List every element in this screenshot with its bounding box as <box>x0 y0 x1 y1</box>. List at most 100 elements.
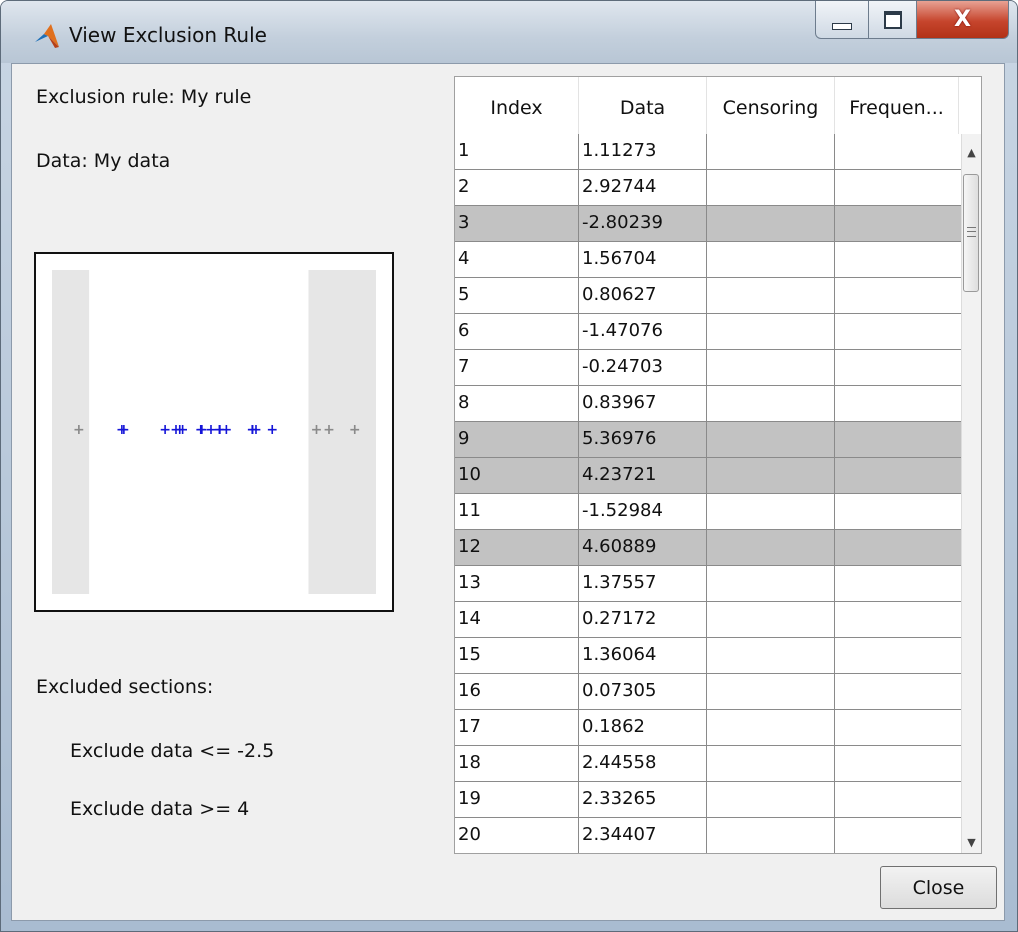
cell-frequency[interactable] <box>835 242 963 278</box>
cell-index[interactable]: 20 <box>455 818 579 853</box>
table-row[interactable]: 6 -1.47076 <box>455 314 963 350</box>
table-row[interactable]: 20 2.34407 <box>455 818 963 853</box>
cell-index[interactable]: 12 <box>455 530 579 566</box>
table-row[interactable]: 2 2.92744 <box>455 170 963 206</box>
cell-data[interactable]: 0.27172 <box>579 602 707 638</box>
cell-index[interactable]: 17 <box>455 710 579 746</box>
cell-data[interactable]: 1.11273 <box>579 134 707 170</box>
cell-censoring[interactable] <box>707 386 835 422</box>
cell-index[interactable]: 15 <box>455 638 579 674</box>
table-row[interactable]: 11 -1.52984 <box>455 494 963 530</box>
cell-frequency[interactable] <box>835 350 963 386</box>
cell-frequency[interactable] <box>835 314 963 350</box>
table-row[interactable]: 12 4.60889 <box>455 530 963 566</box>
cell-censoring[interactable] <box>707 458 835 494</box>
cell-frequency[interactable] <box>835 710 963 746</box>
cell-index[interactable]: 3 <box>455 206 579 242</box>
table-row[interactable]: 18 2.44558 <box>455 746 963 782</box>
cell-censoring[interactable] <box>707 674 835 710</box>
cell-censoring[interactable] <box>707 350 835 386</box>
cell-censoring[interactable] <box>707 602 835 638</box>
column-header-frequency[interactable]: Frequen... <box>835 77 959 134</box>
cell-index[interactable]: 5 <box>455 278 579 314</box>
cell-frequency[interactable] <box>835 494 963 530</box>
table-row[interactable]: 5 0.80627 <box>455 278 963 314</box>
cell-data[interactable]: -0.24703 <box>579 350 707 386</box>
table-row[interactable]: 17 0.1862 <box>455 710 963 746</box>
cell-frequency[interactable] <box>835 746 963 782</box>
table-row[interactable]: 7 -0.24703 <box>455 350 963 386</box>
cell-data[interactable]: 2.44558 <box>579 746 707 782</box>
cell-data[interactable]: 1.56704 <box>579 242 707 278</box>
cell-censoring[interactable] <box>707 638 835 674</box>
cell-frequency[interactable] <box>835 170 963 206</box>
cell-data[interactable]: 1.37557 <box>579 566 707 602</box>
table-row[interactable]: 1 1.11273 <box>455 134 963 170</box>
cell-index[interactable]: 10 <box>455 458 579 494</box>
table-row[interactable]: 14 0.27172 <box>455 602 963 638</box>
cell-index[interactable]: 11 <box>455 494 579 530</box>
cell-index[interactable]: 1 <box>455 134 579 170</box>
cell-censoring[interactable] <box>707 134 835 170</box>
cell-index[interactable]: 6 <box>455 314 579 350</box>
cell-data[interactable]: 2.33265 <box>579 782 707 818</box>
table-row[interactable]: 3 -2.80239 <box>455 206 963 242</box>
scrollbar-thumb[interactable] <box>963 174 979 292</box>
cell-censoring[interactable] <box>707 710 835 746</box>
cell-index[interactable]: 16 <box>455 674 579 710</box>
cell-data[interactable]: 2.34407 <box>579 818 707 853</box>
cell-index[interactable]: 19 <box>455 782 579 818</box>
table-scrollbar[interactable]: ▲ ▼ <box>961 134 981 853</box>
scroll-down-arrow-icon[interactable]: ▼ <box>962 832 981 853</box>
cell-data[interactable]: -1.47076 <box>579 314 707 350</box>
cell-censoring[interactable] <box>707 566 835 602</box>
cell-data[interactable]: 0.83967 <box>579 386 707 422</box>
table-row[interactable]: 9 5.36976 <box>455 422 963 458</box>
cell-frequency[interactable] <box>835 206 963 242</box>
cell-censoring[interactable] <box>707 530 835 566</box>
cell-data[interactable]: 2.92744 <box>579 170 707 206</box>
cell-data[interactable]: -1.52984 <box>579 494 707 530</box>
cell-index[interactable]: 18 <box>455 746 579 782</box>
table-row[interactable]: 4 1.56704 <box>455 242 963 278</box>
cell-frequency[interactable] <box>835 530 963 566</box>
cell-data[interactable]: 0.80627 <box>579 278 707 314</box>
cell-index[interactable]: 7 <box>455 350 579 386</box>
cell-data[interactable]: 1.36064 <box>579 638 707 674</box>
cell-frequency[interactable] <box>835 674 963 710</box>
scroll-up-arrow-icon[interactable]: ▲ <box>962 142 981 164</box>
cell-frequency[interactable] <box>835 638 963 674</box>
cell-index[interactable]: 8 <box>455 386 579 422</box>
cell-frequency[interactable] <box>835 134 963 170</box>
cell-frequency[interactable] <box>835 458 963 494</box>
column-header-censoring[interactable]: Censoring <box>707 77 835 134</box>
column-header-index[interactable]: Index <box>455 77 579 134</box>
cell-data[interactable]: 4.23721 <box>579 458 707 494</box>
cell-frequency[interactable] <box>835 602 963 638</box>
cell-index[interactable]: 13 <box>455 566 579 602</box>
cell-censoring[interactable] <box>707 314 835 350</box>
data-table[interactable]: Index Data Censoring Frequen... 1 1.11273… <box>454 76 982 854</box>
cell-data[interactable]: 4.60889 <box>579 530 707 566</box>
table-row[interactable]: 10 4.23721 <box>455 458 963 494</box>
cell-index[interactable]: 9 <box>455 422 579 458</box>
cell-index[interactable]: 14 <box>455 602 579 638</box>
cell-data[interactable]: -2.80239 <box>579 206 707 242</box>
title-bar[interactable]: View Exclusion Rule X <box>1 1 1017 63</box>
cell-frequency[interactable] <box>835 566 963 602</box>
cell-index[interactable]: 2 <box>455 170 579 206</box>
cell-index[interactable]: 4 <box>455 242 579 278</box>
cell-data[interactable]: 0.1862 <box>579 710 707 746</box>
minimize-button[interactable] <box>815 1 869 39</box>
table-row[interactable]: 13 1.37557 <box>455 566 963 602</box>
maximize-button[interactable] <box>869 1 917 39</box>
cell-frequency[interactable] <box>835 818 963 853</box>
cell-censoring[interactable] <box>707 278 835 314</box>
cell-censoring[interactable] <box>707 206 835 242</box>
cell-censoring[interactable] <box>707 422 835 458</box>
column-header-data[interactable]: Data <box>579 77 707 134</box>
cell-data[interactable]: 0.07305 <box>579 674 707 710</box>
cell-frequency[interactable] <box>835 422 963 458</box>
table-row[interactable]: 15 1.36064 <box>455 638 963 674</box>
table-row[interactable]: 8 0.83967 <box>455 386 963 422</box>
